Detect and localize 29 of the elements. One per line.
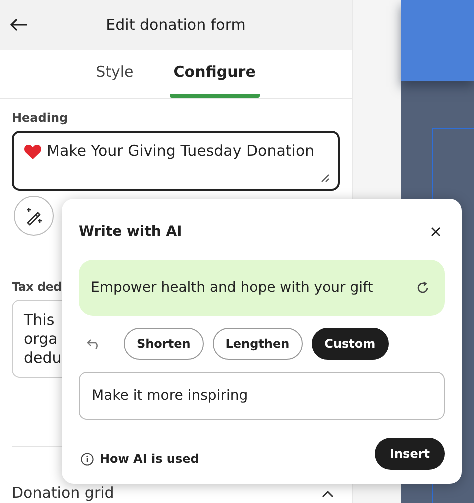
heading-value: Make Your Giving Tuesday Donation bbox=[47, 142, 315, 160]
field-label: Heading bbox=[12, 111, 70, 125]
tab[interactable]: Style bbox=[92, 50, 138, 98]
option-chip[interactable]: Shorten bbox=[124, 328, 204, 360]
close-icon bbox=[431, 227, 441, 237]
section-title: Donation grid bbox=[12, 486, 114, 501]
ai-wand-button[interactable] bbox=[14, 196, 54, 236]
back-button[interactable] bbox=[10, 18, 28, 32]
help-link[interactable]: How AI is used bbox=[81, 452, 200, 466]
tab[interactable]: Configure bbox=[170, 50, 260, 98]
option-chip[interactable]: Lengthen bbox=[212, 328, 303, 360]
regenerate-button[interactable] bbox=[416, 281, 430, 295]
suggestion-text: Empower health and hope with your gift bbox=[91, 280, 374, 296]
popup-title: Write with AI bbox=[79, 224, 182, 240]
refresh-icon bbox=[416, 281, 430, 295]
resize-grip-icon bbox=[320, 173, 330, 183]
page-title: Edit donation form bbox=[106, 16, 246, 34]
insert-button[interactable]: Insert bbox=[375, 438, 445, 470]
field-label: Tax ded bbox=[12, 280, 62, 294]
heart-icon bbox=[24, 144, 42, 160]
tax-text-line: dedu bbox=[24, 349, 62, 368]
option-chip[interactable]: Custom bbox=[312, 328, 389, 360]
tax-text-line: This bbox=[24, 311, 55, 330]
heading-field[interactable]: Make Your Giving Tuesday Donation bbox=[12, 131, 340, 191]
undo-icon bbox=[87, 338, 101, 350]
prompt-field[interactable]: Make it more inspiring bbox=[79, 372, 445, 420]
back-arrow-icon bbox=[10, 18, 28, 32]
info-icon bbox=[81, 452, 94, 466]
tax-text-line: orga bbox=[24, 330, 58, 349]
